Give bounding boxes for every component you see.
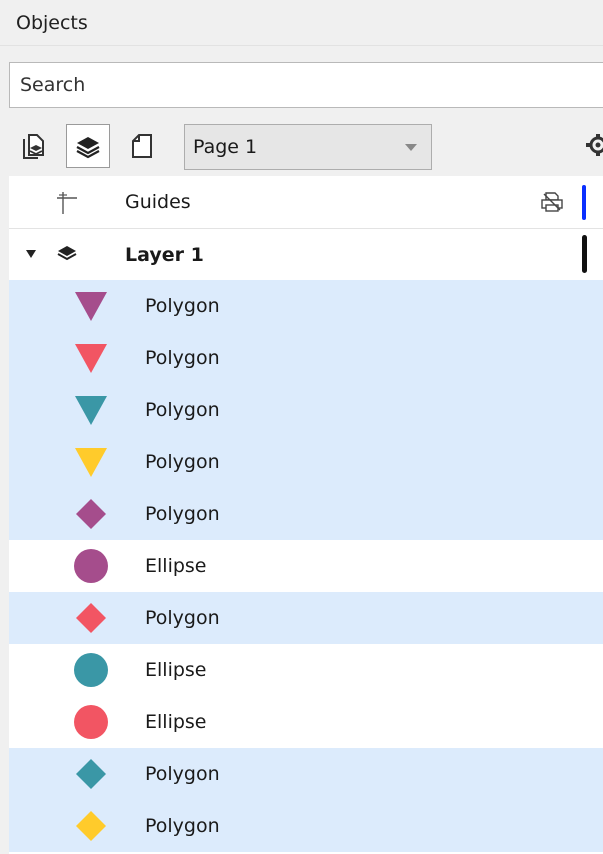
- circle-shape-icon: [71, 696, 111, 748]
- layer-row[interactable]: Layer 1: [9, 229, 603, 281]
- page-select[interactable]: Page 1: [184, 124, 432, 170]
- diamond-shape-icon: [71, 748, 111, 800]
- triangle-down-shape-icon: [71, 384, 111, 436]
- object-tree[interactable]: Guides Layer 1 Polygon Polygon Polygon Poly…: [9, 176, 603, 854]
- object-label: Ellipse: [145, 711, 207, 733]
- object-label: Polygon: [145, 607, 220, 629]
- panel-title: Objects: [0, 0, 603, 46]
- object-row[interactable]: Polygon: [9, 436, 603, 488]
- diamond-shape-icon: [71, 488, 111, 540]
- triangle-down-shape-icon: [71, 436, 111, 488]
- gear-icon[interactable]: [586, 133, 603, 157]
- object-label: Ellipse: [145, 555, 207, 577]
- object-label: Polygon: [145, 451, 220, 473]
- circle-shape-icon: [71, 540, 111, 592]
- object-label: Ellipse: [145, 659, 207, 681]
- layer-icon: [57, 246, 77, 261]
- object-row[interactable]: Polygon: [9, 488, 603, 540]
- layer-color-marker: [582, 235, 587, 273]
- printer-icon[interactable]: [541, 192, 563, 212]
- object-row[interactable]: Ellipse: [9, 644, 603, 696]
- diamond-shape-icon: [71, 800, 111, 852]
- diamond-shape-icon: [71, 592, 111, 644]
- object-row[interactable]: Polygon: [9, 332, 603, 384]
- guides-color-marker: [582, 185, 586, 220]
- layer-manager-button[interactable]: [12, 124, 56, 168]
- object-row[interactable]: Polygon: [9, 800, 603, 852]
- object-row[interactable]: Polygon: [9, 384, 603, 436]
- object-label: Polygon: [145, 815, 220, 837]
- layer-label: Layer 1: [125, 244, 204, 266]
- search-input[interactable]: [10, 63, 603, 107]
- object-row[interactable]: Ellipse: [9, 540, 603, 592]
- guides-label: Guides: [125, 191, 191, 213]
- search-field[interactable]: [9, 62, 603, 108]
- object-label: Polygon: [145, 763, 220, 785]
- guides-icon: [57, 192, 77, 214]
- layer-manager-icon: [23, 134, 44, 159]
- triangle-down-shape-icon: [71, 332, 111, 384]
- guides-row[interactable]: Guides: [9, 176, 603, 228]
- object-row[interactable]: Polygon: [9, 280, 603, 332]
- circle-shape-icon: [71, 644, 111, 696]
- object-row[interactable]: Ellipse: [9, 696, 603, 748]
- page-view-button[interactable]: [120, 124, 164, 168]
- object-label: Polygon: [145, 295, 220, 317]
- page-icon: [132, 134, 152, 158]
- layers-view-button[interactable]: [66, 124, 110, 168]
- object-row[interactable]: Polygon: [9, 748, 603, 800]
- triangle-down-shape-icon: [71, 280, 111, 332]
- object-label: Polygon: [145, 503, 220, 525]
- chevron-down-icon: [405, 144, 417, 151]
- object-label: Polygon: [145, 347, 220, 369]
- page-select-value: Page 1: [193, 136, 258, 158]
- object-row[interactable]: Polygon: [9, 592, 603, 644]
- layers-icon: [76, 137, 100, 159]
- expand-triangle-icon[interactable]: [26, 250, 36, 258]
- object-label: Polygon: [145, 399, 220, 421]
